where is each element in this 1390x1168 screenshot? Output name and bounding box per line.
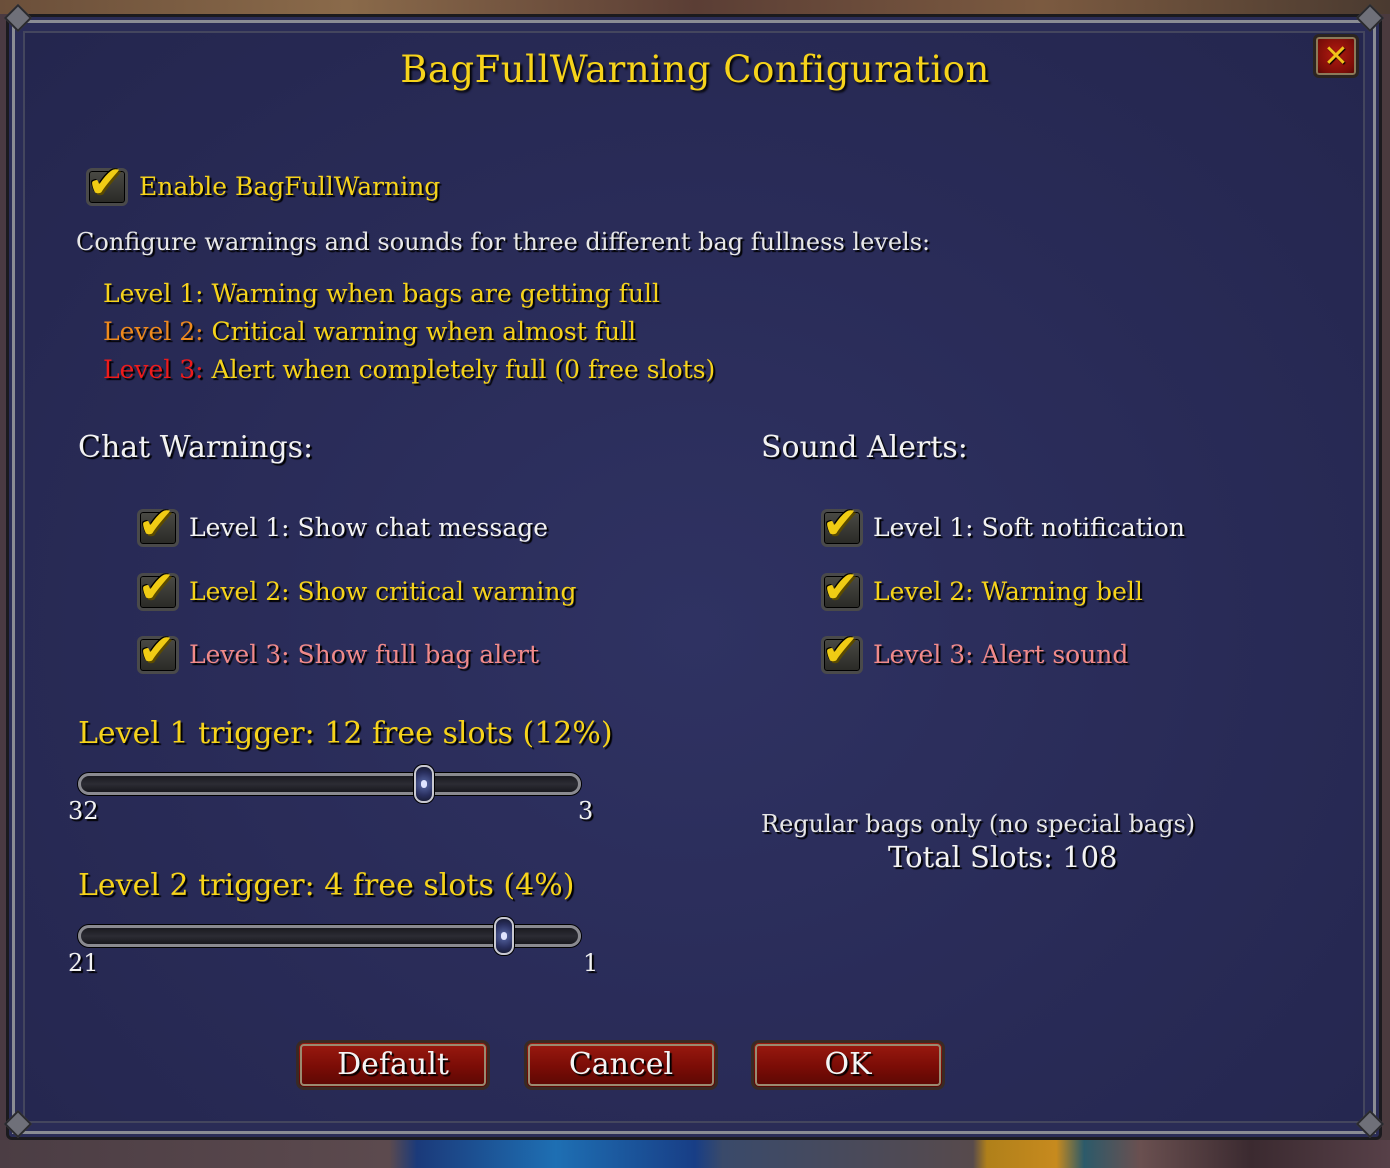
slider-1-track[interactable] bbox=[78, 773, 581, 795]
chat-level-1-label: Level 1: Show chat message bbox=[189, 513, 549, 542]
level-1-desc: Warning when bags are getting full bbox=[203, 279, 660, 308]
cancel-button[interactable]: Cancel bbox=[524, 1040, 718, 1090]
default-button[interactable]: Default bbox=[296, 1040, 490, 1090]
checkmark-icon: ✔ bbox=[822, 498, 859, 549]
level-3-legend: Level 3: Alert when completely full (0 f… bbox=[103, 355, 715, 384]
checkmark-icon: ✔ bbox=[822, 562, 859, 613]
slider-1-min-label: 32 bbox=[68, 797, 99, 825]
close-icon: ✕ bbox=[1323, 38, 1349, 74]
total-slots: Total Slots: 108 bbox=[888, 840, 1118, 874]
level-2-desc: Critical warning when almost full bbox=[203, 317, 637, 346]
slider-2-thumb[interactable] bbox=[494, 917, 514, 955]
close-button[interactable]: ✕ bbox=[1313, 34, 1359, 78]
chat-level-3-label: Level 3: Show full bag alert bbox=[189, 640, 539, 669]
sound-level-3-checkbox[interactable]: ✔ bbox=[821, 627, 863, 675]
level-3-desc: Alert when completely full (0 free slots… bbox=[203, 355, 716, 384]
checkmark-icon: ✔ bbox=[822, 625, 859, 676]
checkmark-icon: ✔ bbox=[138, 498, 175, 549]
checkmark-icon: ✔ bbox=[138, 625, 175, 676]
sound-level-1-label: Level 1: Soft notification bbox=[873, 513, 1185, 542]
slider-1-thumb[interactable] bbox=[414, 765, 434, 803]
action-bar-strip bbox=[0, 1140, 1390, 1168]
level-1-prefix: Level 1: bbox=[103, 279, 204, 308]
slider-1-label: Level 1 trigger: 12 free slots (12%) bbox=[78, 716, 613, 751]
checkmark-icon: ✔ bbox=[87, 157, 124, 208]
sound-level-1-checkbox[interactable]: ✔ bbox=[821, 500, 863, 548]
enable-label: Enable BagFullWarning bbox=[139, 172, 441, 201]
chat-warnings-heading: Chat Warnings: bbox=[78, 430, 314, 465]
game-world-top-strip bbox=[0, 0, 1390, 14]
ok-button[interactable]: OK bbox=[751, 1040, 945, 1090]
checkmark-icon: ✔ bbox=[138, 562, 175, 613]
level-1-legend: Level 1: Warning when bags are getting f… bbox=[103, 279, 660, 308]
description-text: Configure warnings and sounds for three … bbox=[76, 228, 931, 256]
level-2-legend: Level 2: Critical warning when almost fu… bbox=[103, 317, 636, 346]
sound-level-2-checkbox[interactable]: ✔ bbox=[821, 564, 863, 612]
sound-level-3-label: Level 3: Alert sound bbox=[873, 640, 1129, 669]
slider-2-min-label: 21 bbox=[68, 949, 99, 977]
dialog-title: BagFullWarning Configuration bbox=[400, 48, 990, 91]
slider-2-max-label: 1 bbox=[583, 949, 599, 977]
chat-level-2-label: Level 2: Show critical warning bbox=[189, 577, 577, 606]
sound-alerts-heading: Sound Alerts: bbox=[761, 430, 968, 465]
enable-checkbox[interactable]: ✔ bbox=[86, 159, 128, 207]
chat-level-1-checkbox[interactable]: ✔ bbox=[137, 500, 179, 548]
sound-level-2-label: Level 2: Warning bell bbox=[873, 577, 1143, 606]
slider-2-label: Level 2 trigger: 4 free slots (4%) bbox=[78, 868, 575, 903]
bag-type-note: Regular bags only (no special bags) bbox=[761, 810, 1196, 838]
level-2-prefix: Level 2: bbox=[103, 317, 204, 346]
chat-level-2-checkbox[interactable]: ✔ bbox=[137, 564, 179, 612]
chat-level-3-checkbox[interactable]: ✔ bbox=[137, 627, 179, 675]
level-3-prefix: Level 3: bbox=[103, 355, 204, 384]
slider-1-max-label: 3 bbox=[578, 797, 594, 825]
